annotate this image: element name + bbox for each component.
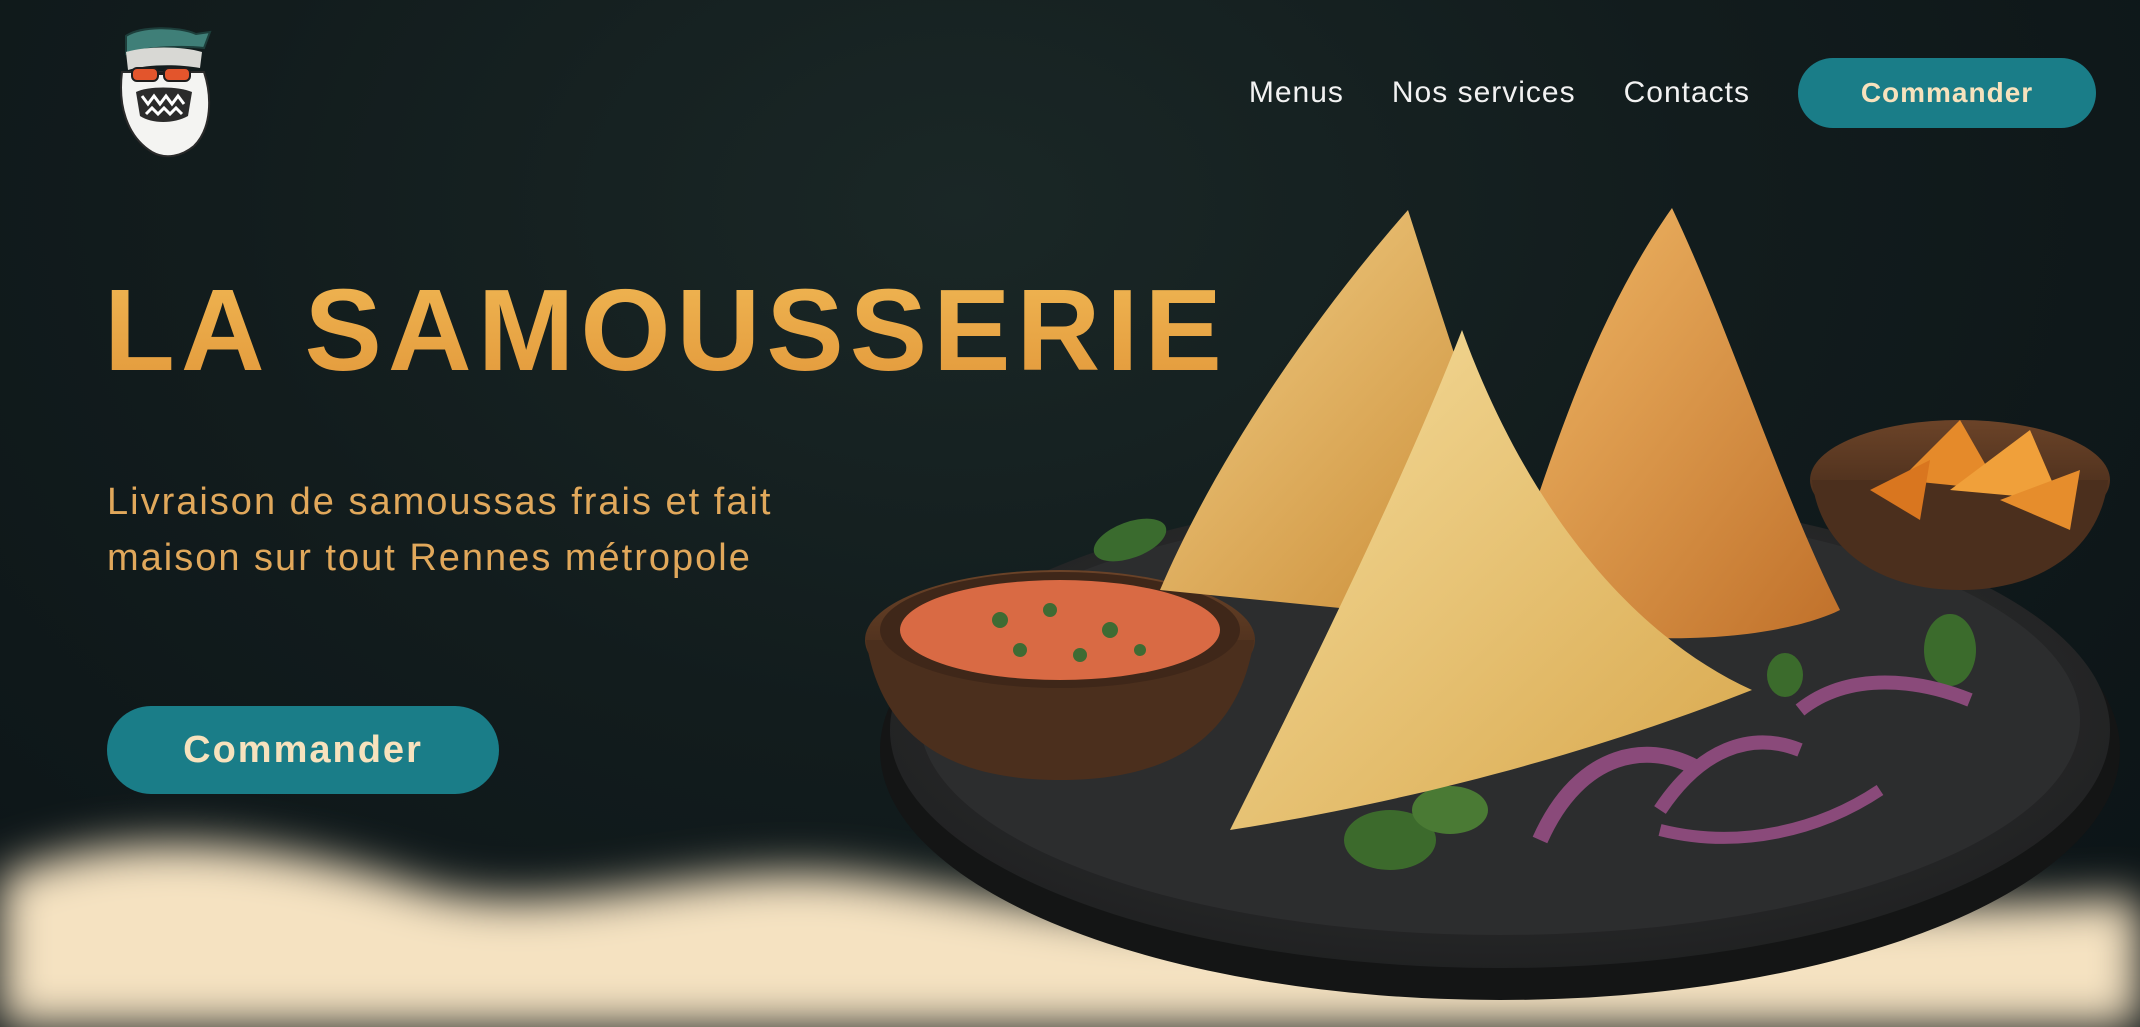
- hero-order-button[interactable]: Commander: [107, 706, 499, 794]
- header-order-button[interactable]: Commander: [1798, 58, 2096, 128]
- hero-subtitle: Livraison de samoussas frais et fait mai…: [107, 481, 773, 579]
- main-nav: Menus Nos services Contacts Commander: [1249, 58, 2096, 128]
- gorilla-mascot-icon: [120, 27, 212, 158]
- logo[interactable]: [112, 24, 216, 160]
- nav-link-menus[interactable]: Menus: [1249, 76, 1344, 110]
- nav-link-contacts[interactable]: Contacts: [1624, 76, 1750, 110]
- nav-link-services[interactable]: Nos services: [1392, 76, 1576, 110]
- hero-title: LA SAMOUSSERIE: [104, 265, 1228, 395]
